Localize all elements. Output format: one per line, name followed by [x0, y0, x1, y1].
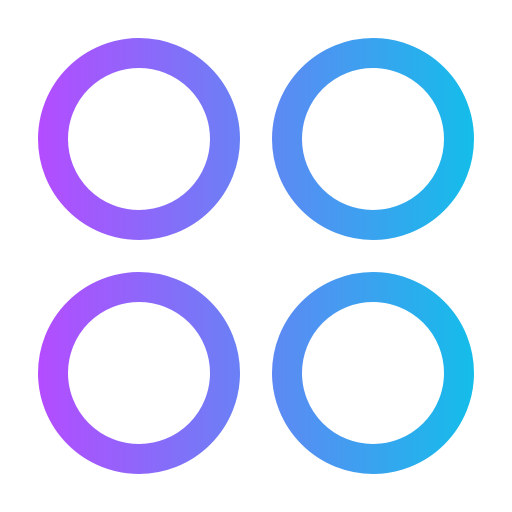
icon-canvas	[0, 0, 512, 512]
ring-top-left	[38, 38, 240, 240]
ring-bottom-right	[272, 272, 474, 474]
ring-bottom-left	[38, 272, 240, 474]
grid-circles-icon	[38, 38, 474, 474]
ring-top-right	[272, 38, 474, 240]
